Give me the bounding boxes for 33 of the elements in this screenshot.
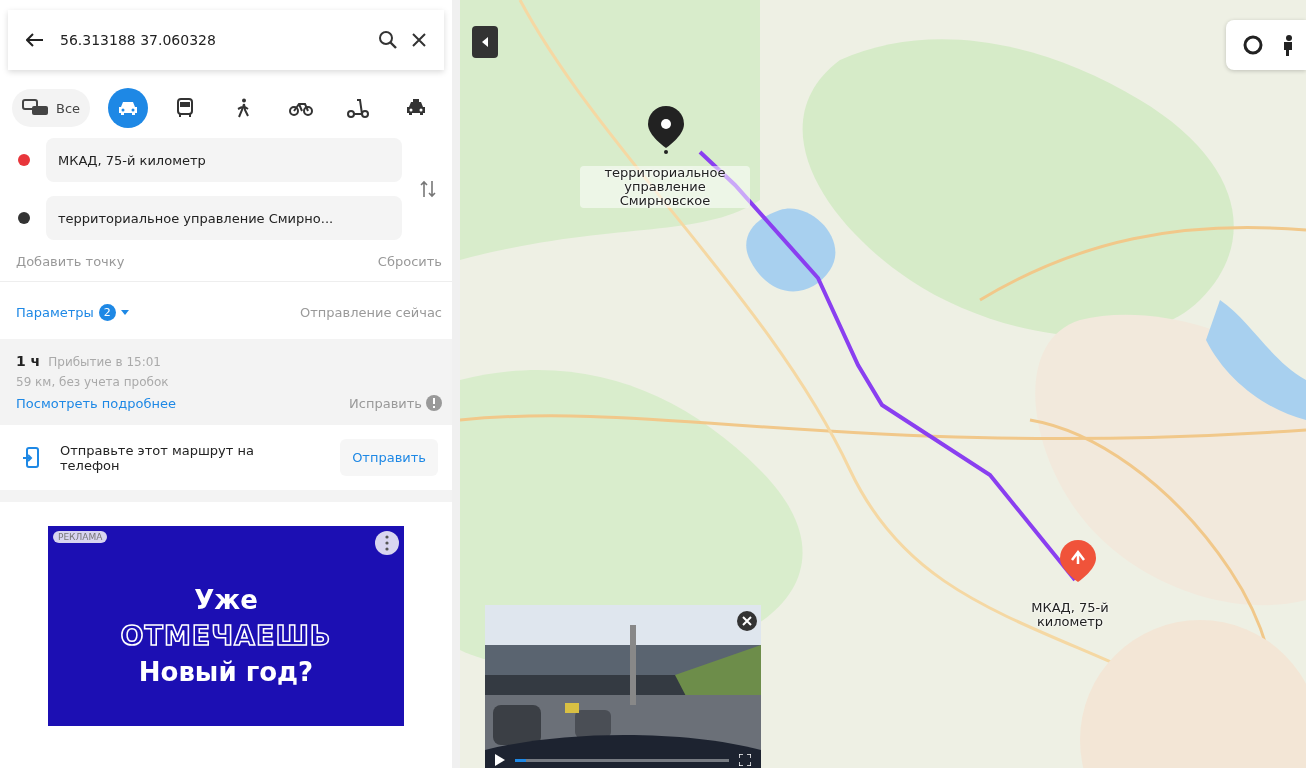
add-point-link[interactable]: Добавить точку: [16, 254, 125, 269]
waypoint-field[interactable]: территориальное управление Смирно...: [46, 196, 402, 240]
ad-headline: ОТМЕЧАЕШЬ: [120, 619, 332, 653]
swap-icon[interactable]: [420, 180, 436, 198]
more-icon[interactable]: [375, 531, 399, 555]
ad-headline: Уже: [194, 584, 258, 617]
parameters-button[interactable]: Параметры 2: [16, 304, 129, 321]
fix-link[interactable]: Исправить: [349, 395, 422, 411]
warning-icon: [426, 395, 442, 411]
ad-label: РЕКЛАМА: [53, 531, 108, 543]
car-icon: [116, 99, 139, 117]
ad-headline: Новый год?: [138, 656, 314, 689]
caret-icon: [120, 310, 129, 315]
send-route-text: Отправьте этот маршрут на телефон: [60, 442, 255, 473]
scooter-icon: [347, 98, 370, 118]
phone-icon: [22, 446, 40, 469]
search-icon[interactable]: [378, 30, 398, 50]
send-button[interactable]: Отправить: [340, 439, 438, 476]
route-duration: 1 ч: [16, 353, 41, 369]
details-link[interactable]: Посмотреть подробнее: [16, 395, 176, 411]
back-arrow-icon[interactable]: [26, 33, 44, 47]
bus-icon: [176, 98, 195, 118]
pedestrian-icon: [236, 98, 250, 118]
transport-tab[interactable]: Все: [12, 89, 91, 127]
route-distance: 59 км, без учета пробок: [16, 375, 170, 389]
car-icon: [404, 99, 427, 117]
arrival-time: Прибытие в 15:01: [48, 355, 161, 369]
vehicles-icon: [22, 98, 50, 118]
reset-link[interactable]: Сбросить: [377, 254, 442, 269]
waypoint-field[interactable]: МКАД, 75-й километр: [46, 138, 402, 182]
departure-link[interactable]: Отправление сейчас: [300, 305, 442, 320]
close-icon[interactable]: [412, 33, 426, 47]
ad-banner[interactable]: РЕКЛАМА Уже ОТМЕЧАЕШЬ Новый год?: [48, 526, 404, 726]
